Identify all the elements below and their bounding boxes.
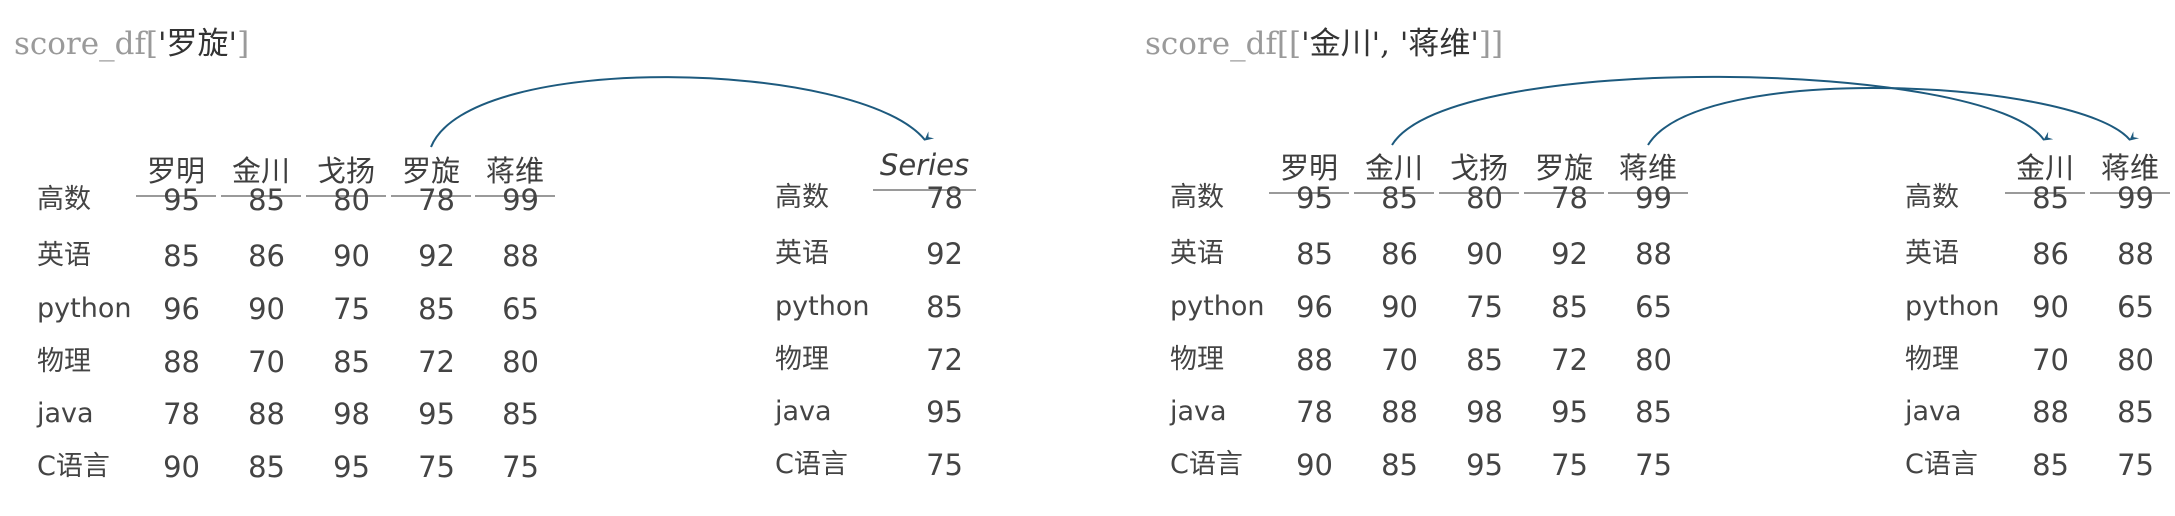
arrow-罗旋-to-series	[430, 76, 935, 148]
arrow-金川-to-result	[1391, 75, 2054, 146]
selection-arrows	[430, 75, 2140, 148]
arrow-蒋维-to-result	[1647, 87, 2140, 146]
